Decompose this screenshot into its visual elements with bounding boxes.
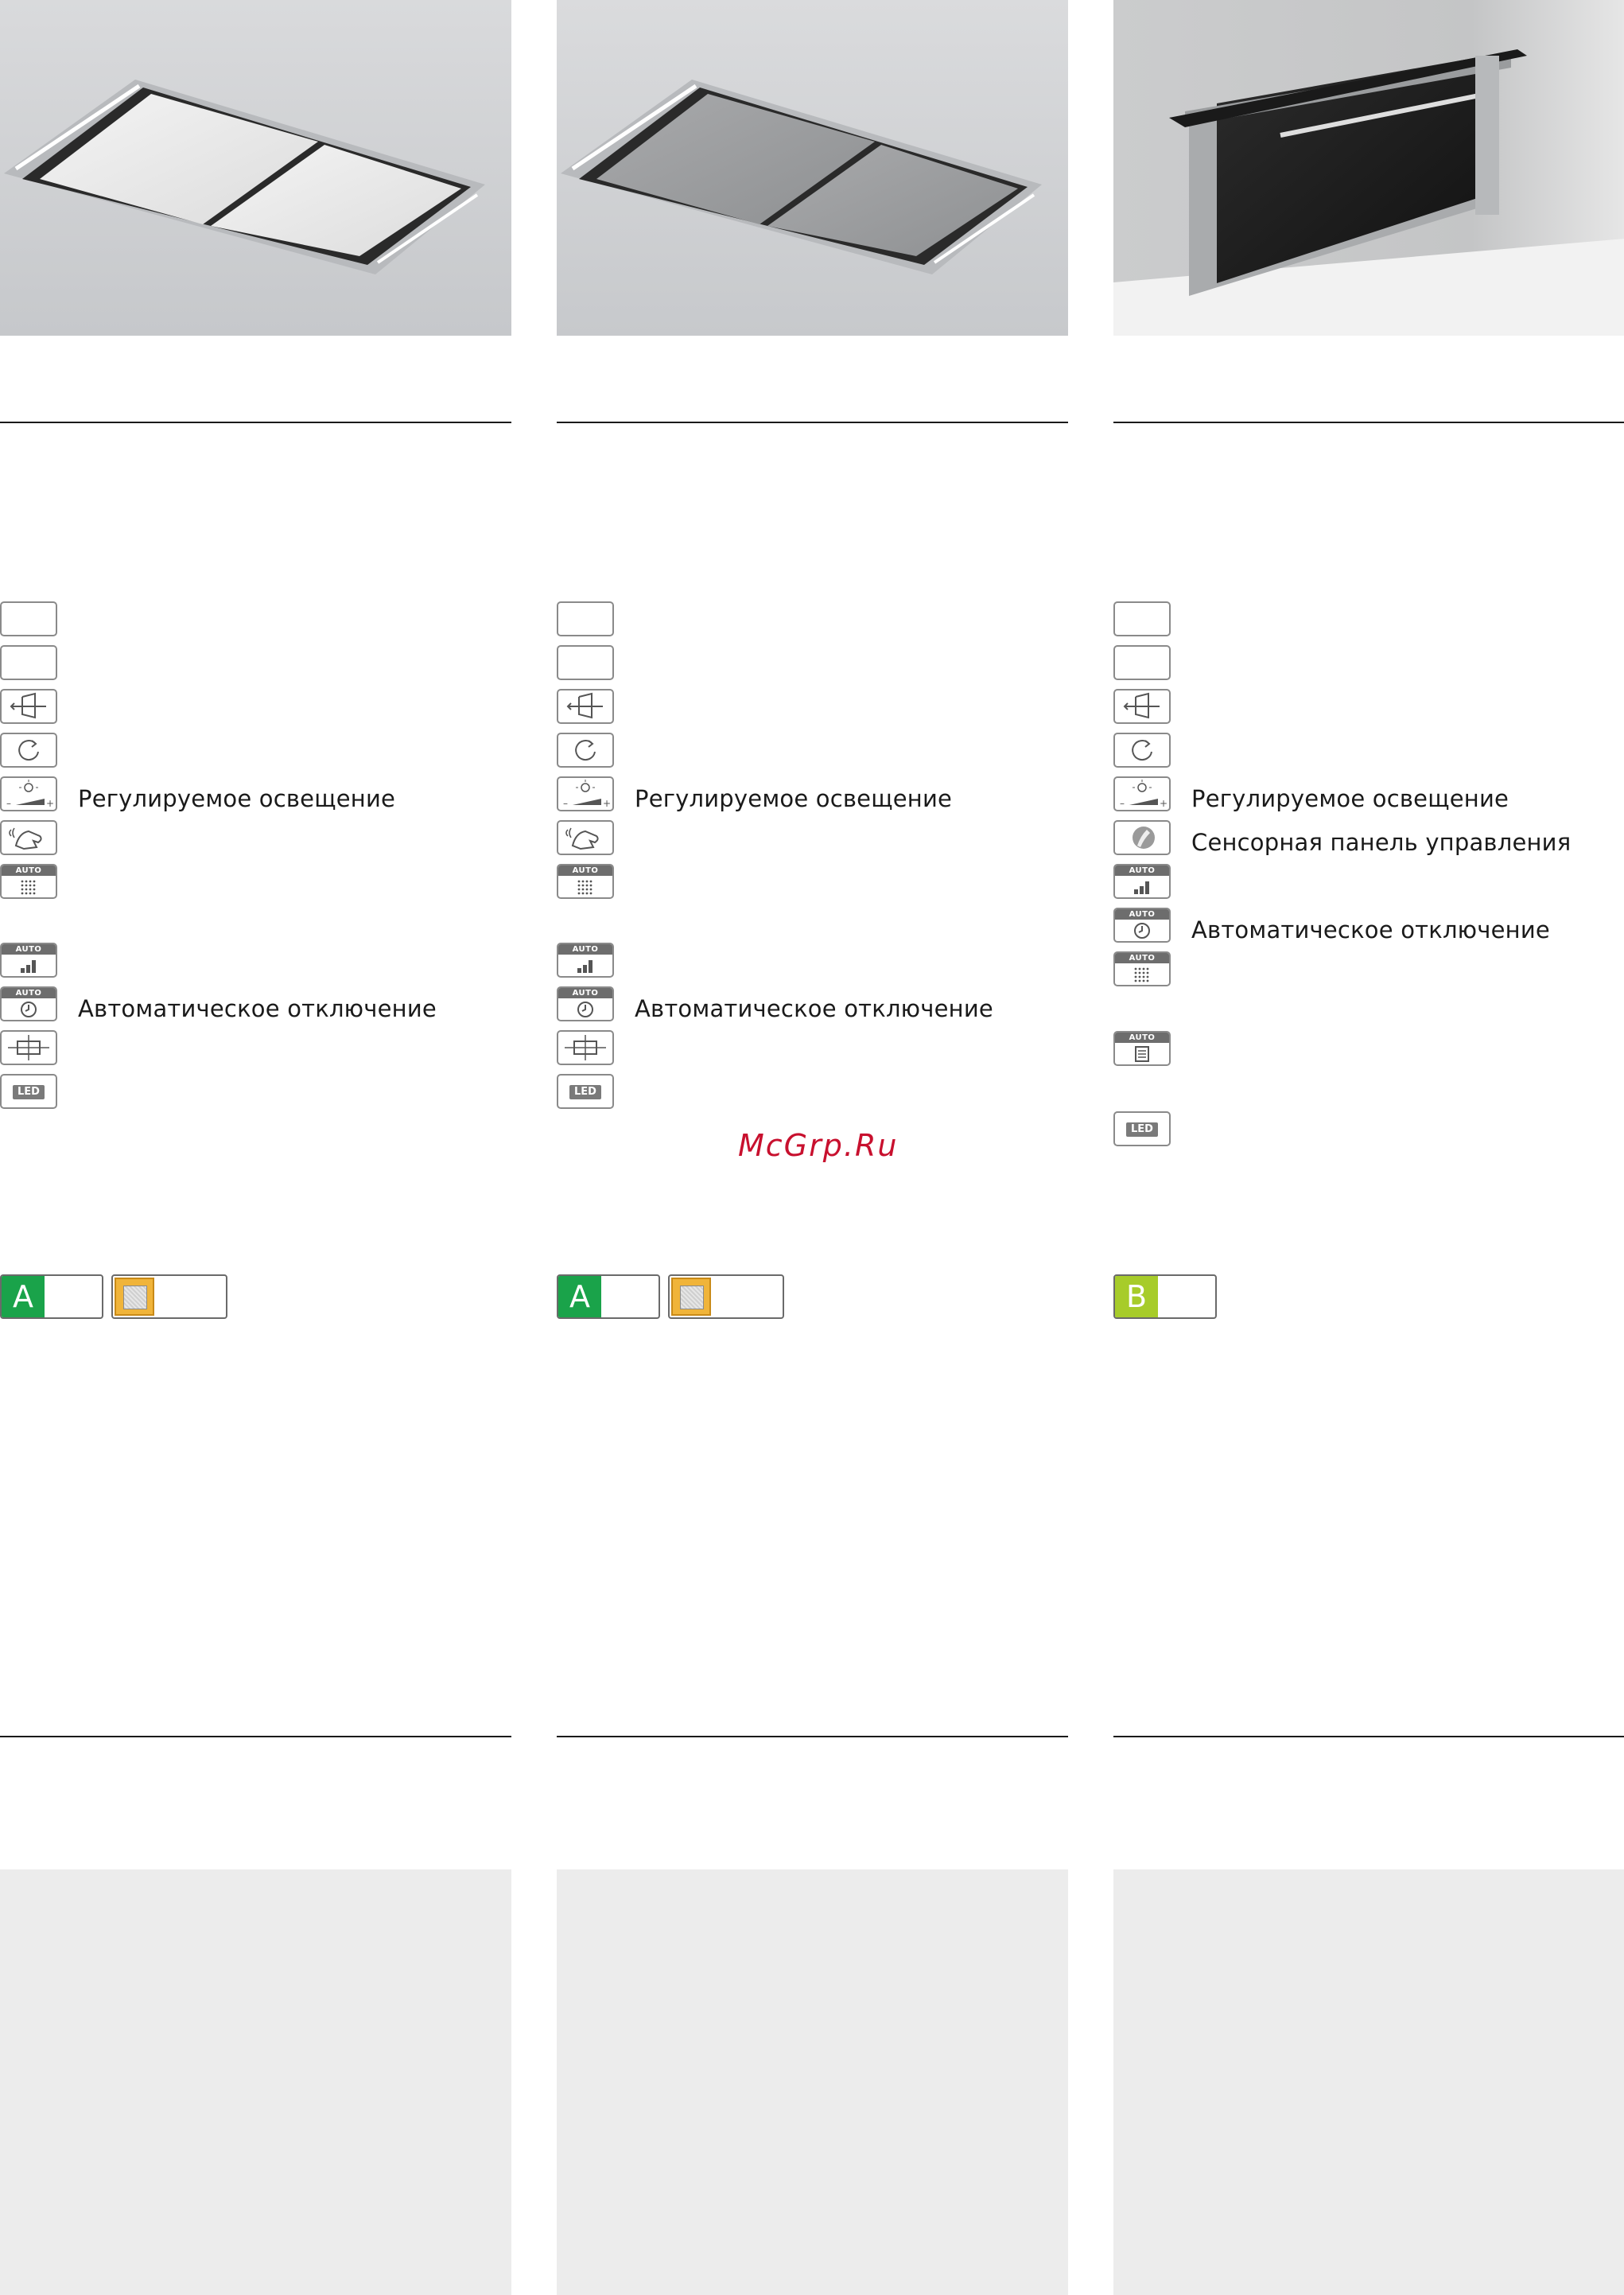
svg-text:+: + (1160, 798, 1167, 809)
blank-icon (0, 601, 57, 636)
energy-class-letter: A (2, 1276, 45, 1317)
svg-text:+: + (46, 798, 54, 809)
blank-icon (557, 645, 614, 680)
section-divider (0, 422, 511, 423)
section-divider (557, 1736, 1068, 1737)
easy-clean-hand-icon (557, 820, 614, 855)
auto-menu-icon: AUTO (1113, 1031, 1171, 1066)
svg-text:–: – (1120, 798, 1125, 809)
product-column-3: – + AUTO AUTO AUTO AUTO LED Регулируемое … (1113, 0, 1624, 2295)
section-divider (1113, 422, 1624, 423)
led-lighting-icon: LED (1113, 1111, 1171, 1146)
product-photo-ceiling-hood-grey (557, 0, 1068, 336)
spec-panel (0, 1869, 511, 2295)
auto-filter-indicator-icon: AUTO (557, 864, 614, 899)
feature-auto-shutoff: Автоматическое отключение (635, 995, 993, 1022)
blank-icon (0, 645, 57, 680)
dimmable-light-icon: – + (557, 776, 614, 811)
blank-icon (1113, 601, 1171, 636)
ducting-icon (1113, 689, 1171, 724)
dimmable-light-icon: – + (0, 776, 57, 811)
feature-touch-panel: Сенсорная панель управления (1191, 829, 1572, 856)
section-divider (1113, 1736, 1624, 1737)
blank-icon (557, 601, 614, 636)
edge-suction-icon (0, 1030, 57, 1065)
recirculation-icon (0, 733, 57, 768)
auto-filter-indicator-icon: AUTO (1113, 951, 1171, 986)
feature-dimmable-light: Регулируемое освещение (78, 785, 396, 812)
spec-panel (1113, 1869, 1624, 2295)
product-photo-ceiling-hood-white (0, 0, 511, 336)
feature-dimmable-light: Регулируемое освещение (1191, 785, 1509, 812)
led-lighting-icon: LED (557, 1074, 614, 1109)
energy-class-badge: B (1113, 1274, 1217, 1319)
ducting-icon (0, 689, 57, 724)
dimmable-light-icon: – + (1113, 776, 1171, 811)
svg-text:+: + (603, 798, 611, 809)
auto-timer-icon: AUTO (557, 986, 614, 1021)
spec-panel (557, 1869, 1068, 2295)
auto-filter-indicator-icon: AUTO (0, 864, 57, 899)
grease-filter-badge-icon (111, 1274, 227, 1319)
easy-clean-hand-icon (0, 820, 57, 855)
energy-class-letter: B (1115, 1276, 1158, 1317)
feature-dimmable-light: Регулируемое освещение (635, 785, 953, 812)
product-photo-downdraft-hood-black (1113, 0, 1624, 336)
auto-timer-icon: AUTO (0, 986, 57, 1021)
watermark-text: McGrp.Ru (738, 1128, 899, 1163)
blank-icon (1113, 645, 1171, 680)
auto-power-level-icon: AUTO (1113, 864, 1171, 899)
energy-class-letter: A (558, 1276, 601, 1317)
recirculation-icon (557, 733, 614, 768)
auto-power-level-icon: AUTO (0, 943, 57, 978)
feature-auto-shutoff: Автоматическое отключение (1191, 916, 1550, 943)
ducting-icon (557, 689, 614, 724)
svg-text:–: – (6, 798, 11, 809)
grease-filter-badge-icon (668, 1274, 784, 1319)
auto-power-level-icon: AUTO (557, 943, 614, 978)
edge-suction-icon (557, 1030, 614, 1065)
section-divider (0, 1736, 511, 1737)
touch-panel-icon (1113, 820, 1171, 855)
auto-timer-icon: AUTO (1113, 908, 1171, 943)
energy-class-badge: A (0, 1274, 103, 1319)
energy-class-badge: A (557, 1274, 660, 1319)
product-column-1: – + AUTO AUTO AUTO LED Регулируемое освещ… (0, 0, 511, 2295)
section-divider (557, 422, 1068, 423)
led-lighting-icon: LED (0, 1074, 57, 1109)
recirculation-icon (1113, 733, 1171, 768)
feature-auto-shutoff: Автоматическое отключение (78, 995, 437, 1022)
svg-text:–: – (563, 798, 568, 809)
